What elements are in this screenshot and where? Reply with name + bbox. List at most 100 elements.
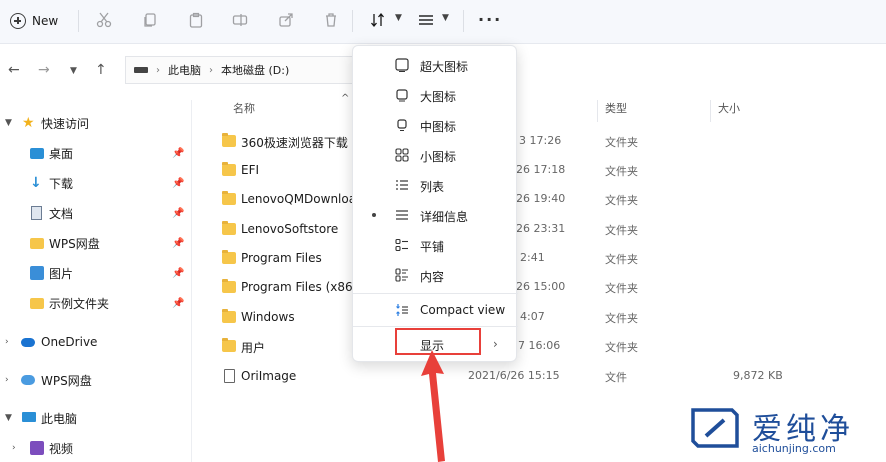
file-type: 文件夹 — [605, 341, 638, 354]
chevron-down-icon[interactable]: ▼ — [5, 118, 12, 128]
file-row[interactable]: 用户 7 16:06 文件夹 — [200, 333, 886, 362]
menu-item-label: 列表 — [420, 180, 445, 194]
chevron-down-icon: ▼ — [442, 13, 449, 23]
pin-icon[interactable]: 📌 — [172, 268, 184, 279]
pin-icon[interactable]: 📌 — [172, 208, 184, 219]
file-type: 文件夹 — [605, 165, 638, 178]
menu-item-extra-large-icons[interactable]: 超大图标 — [353, 50, 518, 80]
sidebar-item-documents[interactable]: 文档 📌 — [0, 200, 192, 226]
file-row[interactable]: EFI 26 17:18 文件夹 — [200, 157, 886, 186]
cut-icon[interactable] — [96, 12, 112, 28]
chevron-right-icon: › — [493, 337, 498, 351]
folder-icon — [222, 338, 236, 352]
star-icon: ★ — [22, 115, 35, 131]
sidebar-item-wps-drive[interactable]: WPS网盘 📌 — [0, 230, 192, 256]
recent-locations-icon[interactable]: ▼ — [70, 66, 77, 76]
delete-icon[interactable] — [323, 12, 339, 28]
sidebar-item-label: 图片 — [49, 266, 74, 281]
sidebar-item-label: WPS网盘 — [49, 236, 100, 251]
paste-icon[interactable] — [188, 12, 204, 28]
forward-arrow-icon[interactable]: → — [38, 62, 50, 78]
menu-divider — [353, 293, 518, 294]
pin-icon[interactable]: 📌 — [172, 178, 184, 189]
column-divider[interactable] — [710, 100, 711, 122]
view-menu: 超大图标 大图标 中图标 小图标 列表 详细信息 平铺 内容 Compact v… — [352, 45, 518, 362]
pin-icon[interactable]: 📌 — [172, 298, 184, 309]
details-icon — [395, 208, 409, 222]
wps-cloud-icon — [21, 375, 35, 385]
pin-icon[interactable]: 📌 — [172, 238, 184, 249]
new-button[interactable]: New — [10, 8, 58, 34]
sidebar-item-onedrive[interactable]: › OneDrive — [0, 329, 192, 355]
folder-icon — [222, 191, 236, 205]
column-header-type[interactable]: 类型 — [605, 100, 627, 122]
file-row[interactable]: 360极速浏览器下载 3 17:26 文件夹 — [200, 128, 886, 157]
sidebar-item-label: 下载 — [49, 176, 74, 191]
chevron-down-icon[interactable]: ▼ — [5, 413, 12, 423]
file-row[interactable]: LenovoSoftstore 26 23:31 文件夹 — [200, 216, 886, 245]
menu-item-label: 超大图标 — [420, 60, 469, 74]
sidebar-item-desktop[interactable]: 桌面 📌 — [0, 140, 192, 166]
breadcrumb-this-pc[interactable]: 此电脑 — [168, 62, 201, 78]
menu-item-content[interactable]: 内容 — [353, 260, 518, 290]
file-name: Program Files — [241, 251, 322, 265]
sidebar-item-this-pc[interactable]: ▼ 此电脑 — [0, 405, 192, 431]
file-row[interactable]: Windows 4:07 文件夹 — [200, 304, 886, 333]
sidebar-item-quick-access[interactable]: ▼ ★ 快速访问 — [0, 110, 192, 136]
file-size: 9,872 KB — [733, 369, 783, 382]
menu-item-list[interactable]: 列表 — [353, 170, 518, 200]
drive-icon — [134, 67, 148, 73]
list-icon — [395, 178, 409, 192]
sidebar-item-downloads[interactable]: ↓ 下载 📌 — [0, 170, 192, 196]
more-options-button[interactable]: ··· — [478, 10, 502, 29]
menu-item-details[interactable]: 详细信息 — [353, 200, 518, 230]
back-arrow-icon[interactable]: ← — [8, 62, 20, 78]
file-row[interactable]: OriImage 2021/6/26 15:15 文件 9,872 KB — [200, 363, 886, 392]
file-date: 2021/6/26 15:15 — [468, 369, 560, 382]
breadcrumb-local-disk[interactable]: 本地磁盘 (D:) — [221, 62, 289, 78]
sidebar-item-wps-cloud[interactable]: › WPS网盘 — [0, 367, 192, 393]
sort-icon[interactable] — [370, 12, 386, 28]
sidebar-item-pictures[interactable]: 图片 📌 — [0, 260, 192, 286]
copy-icon[interactable] — [142, 12, 158, 28]
chevron-right-icon[interactable]: › — [5, 375, 9, 385]
file-name: OriImage — [241, 369, 297, 383]
sidebar-item-label: 视频 — [49, 441, 74, 456]
chevron-right-icon[interactable]: › — [5, 337, 9, 347]
menu-item-label: 详细信息 — [420, 210, 469, 224]
view-icon[interactable] — [418, 12, 434, 28]
menu-item-medium-icons[interactable]: 中图标 — [353, 110, 518, 140]
share-icon[interactable] — [278, 12, 294, 28]
file-date: 4:07 — [520, 310, 545, 323]
file-row[interactable]: Program Files 2:41 文件夹 — [200, 245, 886, 274]
sidebar-item-sample-folder[interactable]: 示例文件夹 📌 — [0, 290, 192, 316]
column-divider[interactable] — [597, 100, 598, 122]
up-arrow-icon[interactable]: ↑ — [95, 62, 107, 78]
plus-icon — [10, 13, 26, 29]
address-bar[interactable]: › 此电脑 › 本地磁盘 (D:) — [125, 56, 365, 84]
file-type: 文件夹 — [605, 253, 638, 266]
selected-bullet-icon — [372, 213, 376, 217]
folder-icon — [222, 250, 236, 264]
file-date: 3 17:26 — [519, 134, 562, 147]
file-date: 26 15:00 — [516, 280, 566, 293]
navigation-pane: ▼ ★ 快速访问 桌面 📌 ↓ 下载 📌 文档 📌 WPS网盘 📌 图片 📌 示… — [0, 100, 192, 462]
column-header-size[interactable]: 大小 — [718, 100, 740, 122]
file-row[interactable]: Program Files (x86) 26 15:00 文件夹 — [200, 274, 886, 303]
menu-item-compact-view[interactable]: Compact view — [353, 295, 518, 325]
menu-item-tiles[interactable]: 平铺 — [353, 230, 518, 260]
chevron-right-icon[interactable]: › — [12, 443, 16, 453]
file-type: 文件夹 — [605, 282, 638, 295]
command-bar: New ▼ ▼ ··· — [0, 0, 886, 44]
folder-icon — [30, 238, 44, 249]
rename-icon[interactable] — [232, 12, 248, 28]
column-header-name[interactable]: 名称 — [233, 100, 255, 122]
file-type: 文件 — [605, 371, 627, 384]
menu-item-small-icons[interactable]: 小图标 — [353, 140, 518, 170]
menu-item-large-icons[interactable]: 大图标 — [353, 80, 518, 110]
sidebar-item-videos[interactable]: › 视频 — [0, 435, 192, 461]
file-name: LenovoQMDownload — [241, 192, 353, 206]
pin-icon[interactable]: 📌 — [172, 148, 184, 159]
file-row[interactable]: LenovoQMDownload 26 19:40 文件夹 — [200, 186, 886, 215]
chevron-right-icon: › — [209, 64, 213, 76]
